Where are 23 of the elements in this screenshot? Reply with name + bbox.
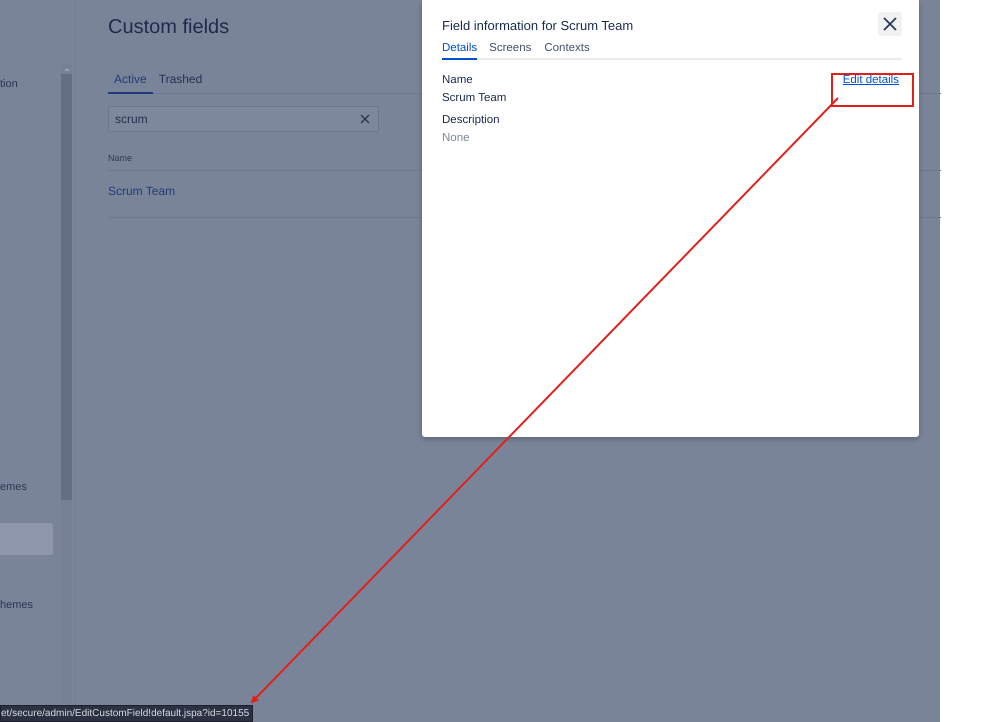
edit-details-link[interactable]: Edit details xyxy=(842,74,899,88)
status-bar-url: et/secure/admin/EditCustomField!default.jspa?id=10155 xyxy=(0,705,254,722)
close-button[interactable] xyxy=(878,12,902,36)
tab[interactable]: Trashed xyxy=(152,67,208,93)
tab[interactable]: Screens xyxy=(483,42,538,58)
close-icon xyxy=(883,17,897,31)
field-value: None xyxy=(442,132,470,144)
field-link[interactable]: Scrum Team xyxy=(108,184,176,198)
scroll-up-icon[interactable] xyxy=(64,68,70,71)
field-label: Name xyxy=(442,74,474,86)
tab[interactable]: Contexts xyxy=(538,42,597,58)
page-title: Custom fields xyxy=(108,16,230,39)
search-field[interactable]: scrum xyxy=(108,106,379,132)
tab[interactable]: Active xyxy=(108,67,153,94)
tab[interactable]: Details xyxy=(442,42,478,60)
column-header[interactable]: Name xyxy=(108,153,132,163)
clear-icon[interactable] xyxy=(360,114,370,124)
sidebar-item[interactable]: tion xyxy=(0,68,53,100)
sidebar-item[interactable]: emes xyxy=(0,471,53,503)
dialog-title: Field information for Scrum Team xyxy=(442,18,634,32)
field-value: Scrum Team xyxy=(442,92,506,104)
field-label: Description xyxy=(442,114,501,126)
sidebar-item[interactable]: hemes xyxy=(0,589,53,621)
